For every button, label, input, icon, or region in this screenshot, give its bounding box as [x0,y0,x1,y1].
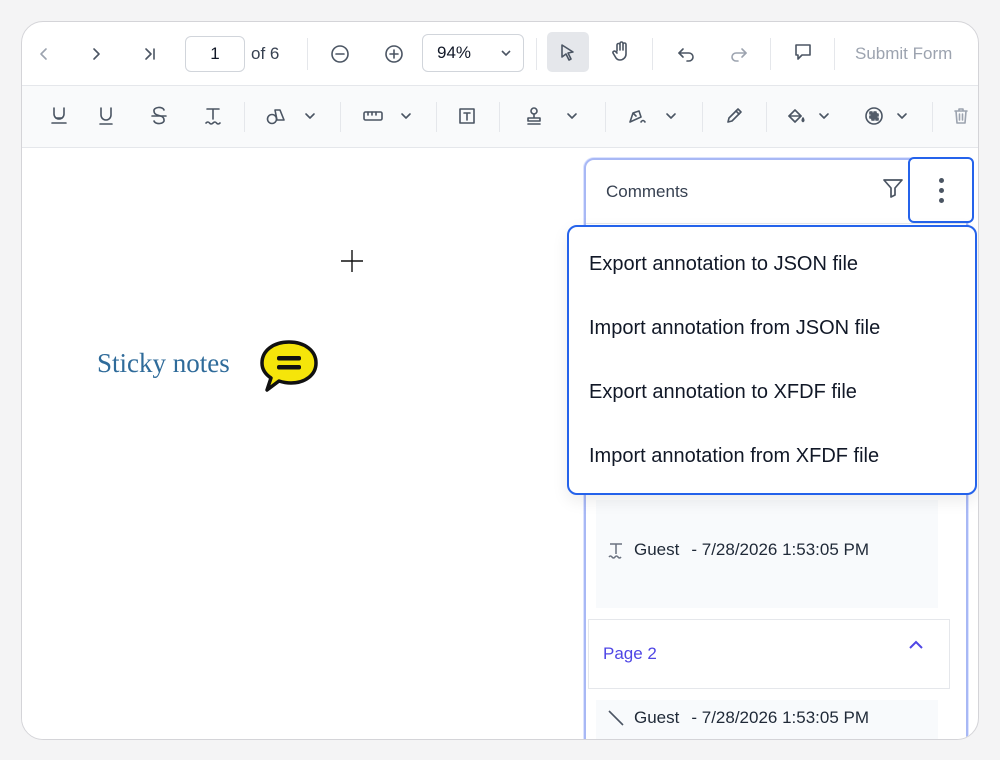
line-icon [606,708,626,728]
zoom-value: 94% [437,43,472,62]
ink-pen-icon[interactable] [720,102,748,130]
underline-icon[interactable] [93,102,119,130]
main-toolbar: 1 of 6 94% Submit Form [22,22,978,86]
pan-tool-icon[interactable] [607,36,635,66]
divider [307,38,308,70]
strikethrough-icon[interactable] [146,102,172,130]
divider [244,102,245,132]
chevron-down-icon [499,35,513,84]
last-page-icon[interactable] [138,40,162,68]
comment-entry[interactable]: Guest - 7/28/2026 1:53:05 PM [606,708,869,728]
sticky-notes-label: Sticky notes [97,348,230,378]
divider [834,38,835,70]
squiggly-icon[interactable] [200,102,226,130]
chevron-down-icon[interactable] [814,104,834,128]
more-options-icon-dot [938,197,944,203]
sticky-note-icon[interactable] [258,338,320,401]
more-options-button[interactable] [908,157,974,223]
redo-icon[interactable] [725,40,753,68]
crosshair-cursor-icon [340,249,364,278]
menu-item-export-json[interactable]: Export annotation to JSON file [589,253,858,276]
submit-form-button[interactable]: Submit Form [855,40,952,68]
chevron-down-icon[interactable] [562,104,582,128]
undo-icon[interactable] [672,40,700,68]
stamp-icon[interactable] [520,102,548,130]
divider [932,102,933,132]
divider [652,38,653,70]
free-text-icon[interactable] [453,102,481,130]
page-group-label: Page 2 [603,644,657,663]
divider [702,102,703,132]
page-number-input[interactable]: 1 [185,36,245,72]
more-options-icon [938,177,944,183]
comment-author: Guest [634,708,680,727]
menu-item-import-json[interactable]: Import annotation from JSON file [589,317,880,340]
annotation-toolbar [22,86,978,148]
first-page-icon[interactable] [32,40,56,68]
divider [499,102,500,132]
chevron-down-icon[interactable] [661,104,681,128]
signature-icon[interactable] [623,102,651,130]
divider [536,38,537,70]
page-total-label: of 6 [251,44,280,63]
chevron-up-icon[interactable] [907,638,925,657]
shapes-icon[interactable] [262,102,292,130]
chevron-down-icon[interactable] [300,104,320,128]
chevron-down-icon[interactable] [892,104,912,128]
zoom-in-icon[interactable] [380,40,408,68]
comment-author: Guest [634,540,680,559]
measure-icon[interactable] [358,102,388,130]
comment-timestamp: - 7/28/2026 1:53:05 PM [691,708,870,727]
zoom-select[interactable]: 94% [422,34,524,72]
fill-color-icon[interactable] [782,102,810,130]
delete-icon[interactable] [948,102,974,130]
menu-item-import-xfdf[interactable]: Import annotation from XFDF file [589,445,879,468]
annotation-options-menu: Export annotation to JSON file Import an… [567,225,977,495]
chevron-down-icon[interactable] [396,104,416,128]
zoom-out-icon[interactable] [326,40,354,68]
menu-item-export-xfdf[interactable]: Export annotation to XFDF file [589,381,857,404]
comment-panel-icon[interactable] [789,38,817,66]
select-tool-icon[interactable] [547,32,589,72]
divider [766,102,767,132]
divider [340,102,341,132]
next-page-icon[interactable] [84,40,108,68]
divider [770,38,771,70]
highlight-icon[interactable] [46,102,72,130]
opacity-icon[interactable] [860,102,888,130]
comments-title: Comments [606,182,689,201]
comment-timestamp: - 7/28/2026 1:53:05 PM [691,540,870,559]
pdf-viewer: 1 of 6 94% Submit Form Sticky notes Comm… [21,21,979,740]
text-icon [606,540,626,560]
document-page[interactable]: Sticky notes [22,148,582,739]
more-options-icon-dot [938,187,944,193]
filter-icon[interactable] [881,176,905,205]
divider [605,102,606,132]
page-group-header[interactable]: Page 2 [588,619,950,689]
divider [436,102,437,132]
comment-entry[interactable]: Guest - 7/28/2026 1:53:05 PM [606,540,869,560]
